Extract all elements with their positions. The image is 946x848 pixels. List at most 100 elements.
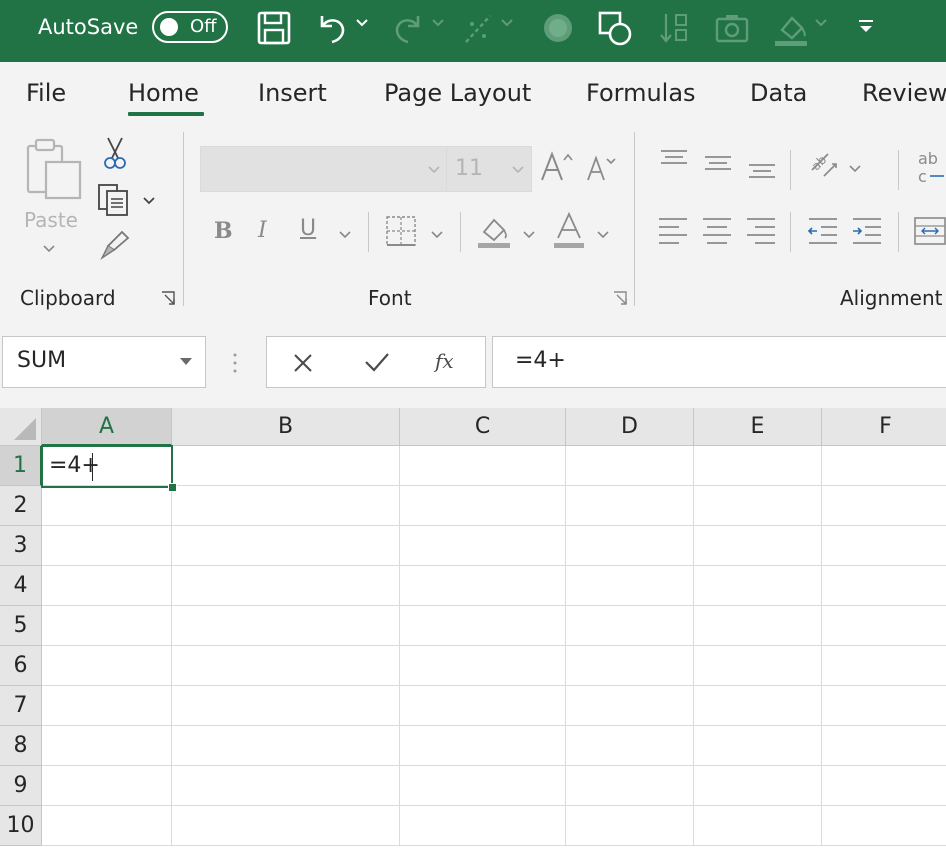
clipboard-dialog-launcher-icon[interactable]: [160, 290, 178, 308]
cell-f5[interactable]: [822, 606, 946, 646]
cell-f2[interactable]: [822, 486, 946, 526]
cell-c9[interactable]: [400, 766, 566, 806]
column-header-c[interactable]: C: [400, 408, 566, 446]
tab-file[interactable]: File: [26, 78, 66, 108]
orientation-icon[interactable]: ab: [806, 148, 842, 184]
tab-home[interactable]: Home: [128, 78, 199, 108]
enter-icon[interactable]: [363, 349, 391, 375]
cell-d10[interactable]: [566, 806, 694, 846]
row-header-7[interactable]: 7: [0, 686, 42, 726]
cell-c7[interactable]: [400, 686, 566, 726]
cell-f6[interactable]: [822, 646, 946, 686]
orientation-dropdown-icon[interactable]: [848, 164, 862, 174]
cell-c8[interactable]: [400, 726, 566, 766]
cell-b7[interactable]: [172, 686, 400, 726]
cell-b9[interactable]: [172, 766, 400, 806]
formula-input[interactable]: =4+: [492, 336, 946, 388]
row-header-9[interactable]: 9: [0, 766, 42, 806]
formula-bar-grip-icon[interactable]: [231, 350, 239, 376]
cut-icon[interactable]: [100, 136, 130, 170]
cell-e1[interactable]: [694, 446, 822, 486]
align-right-icon[interactable]: [744, 216, 778, 246]
shapes-icon[interactable]: [596, 9, 634, 47]
cell-d8[interactable]: [566, 726, 694, 766]
fill-color-icon[interactable]: [772, 8, 810, 48]
cell-c1[interactable]: [400, 446, 566, 486]
cell-e6[interactable]: [694, 646, 822, 686]
cell-c10[interactable]: [400, 806, 566, 846]
cell-a8[interactable]: [42, 726, 172, 766]
cell-b1[interactable]: [172, 446, 400, 486]
save-icon[interactable]: [256, 10, 292, 46]
cell-e7[interactable]: [694, 686, 822, 726]
cell-e2[interactable]: [694, 486, 822, 526]
cell-b4[interactable]: [172, 566, 400, 606]
column-header-b[interactable]: B: [172, 408, 400, 446]
cell-c3[interactable]: [400, 526, 566, 566]
cell-f8[interactable]: [822, 726, 946, 766]
font-name-dropdown-icon[interactable]: [427, 165, 441, 175]
cell-d3[interactable]: [566, 526, 694, 566]
column-header-d[interactable]: D: [566, 408, 694, 446]
font-size-dropdown-icon[interactable]: [511, 165, 525, 175]
row-header-8[interactable]: 8: [0, 726, 42, 766]
paste-label[interactable]: Paste: [24, 208, 78, 232]
cell-f3[interactable]: [822, 526, 946, 566]
cell-d9[interactable]: [566, 766, 694, 806]
cell-a5[interactable]: [42, 606, 172, 646]
undo-icon[interactable]: [314, 10, 350, 46]
tab-data[interactable]: Data: [750, 78, 807, 108]
sort-icon[interactable]: [656, 10, 692, 46]
align-left-icon[interactable]: [656, 216, 690, 246]
cancel-icon[interactable]: [291, 351, 315, 375]
cell-b6[interactable]: [172, 646, 400, 686]
decrease-font-size-icon[interactable]: [586, 152, 618, 184]
paste-dropdown-icon[interactable]: [42, 244, 56, 254]
cell-c4[interactable]: [400, 566, 566, 606]
font-size-combobox[interactable]: 11: [446, 146, 532, 192]
camera-icon[interactable]: [714, 10, 750, 46]
cell-a6[interactable]: [42, 646, 172, 686]
cell-d6[interactable]: [566, 646, 694, 686]
cell-e5[interactable]: [694, 606, 822, 646]
active-cell[interactable]: =4+: [41, 445, 173, 488]
format-painter-icon[interactable]: [98, 228, 132, 262]
cell-f4[interactable]: [822, 566, 946, 606]
cell-b5[interactable]: [172, 606, 400, 646]
font-dialog-launcher-icon[interactable]: [612, 290, 630, 308]
italic-button[interactable]: I: [258, 218, 267, 243]
cell-e8[interactable]: [694, 726, 822, 766]
cell-b10[interactable]: [172, 806, 400, 846]
touch-mode-dropdown-icon[interactable]: [500, 18, 514, 28]
wrap-text-icon[interactable]: ab c: [916, 150, 946, 186]
row-header-10[interactable]: 10: [0, 806, 42, 846]
paste-icon[interactable]: [22, 136, 86, 202]
fill-color-dropdown-icon[interactable]: [814, 18, 828, 28]
column-header-a[interactable]: A: [42, 408, 172, 446]
redo-dropdown-icon[interactable]: [431, 18, 445, 28]
cell-d5[interactable]: [566, 606, 694, 646]
cell-d1[interactable]: [566, 446, 694, 486]
borders-icon[interactable]: [384, 214, 418, 248]
cell-c5[interactable]: [400, 606, 566, 646]
row-header-6[interactable]: 6: [0, 646, 42, 686]
row-header-5[interactable]: 5: [0, 606, 42, 646]
cell-e3[interactable]: [694, 526, 822, 566]
record-icon[interactable]: [540, 10, 576, 46]
cell-e9[interactable]: [694, 766, 822, 806]
row-header-4[interactable]: 4: [0, 566, 42, 606]
cell-c2[interactable]: [400, 486, 566, 526]
autosave-toggle[interactable]: Off: [152, 11, 228, 43]
align-center-icon[interactable]: [700, 216, 734, 246]
row-header-1[interactable]: 1: [0, 446, 42, 486]
cell-b2[interactable]: [172, 486, 400, 526]
font-name-combobox[interactable]: [200, 146, 448, 192]
font-color-icon[interactable]: [552, 212, 586, 250]
undo-dropdown-icon[interactable]: [355, 18, 369, 28]
middle-align-icon[interactable]: [702, 154, 734, 178]
borders-dropdown-icon[interactable]: [430, 230, 444, 240]
cell-e4[interactable]: [694, 566, 822, 606]
fill-handle[interactable]: [168, 483, 177, 492]
cell-a4[interactable]: [42, 566, 172, 606]
cell-a10[interactable]: [42, 806, 172, 846]
